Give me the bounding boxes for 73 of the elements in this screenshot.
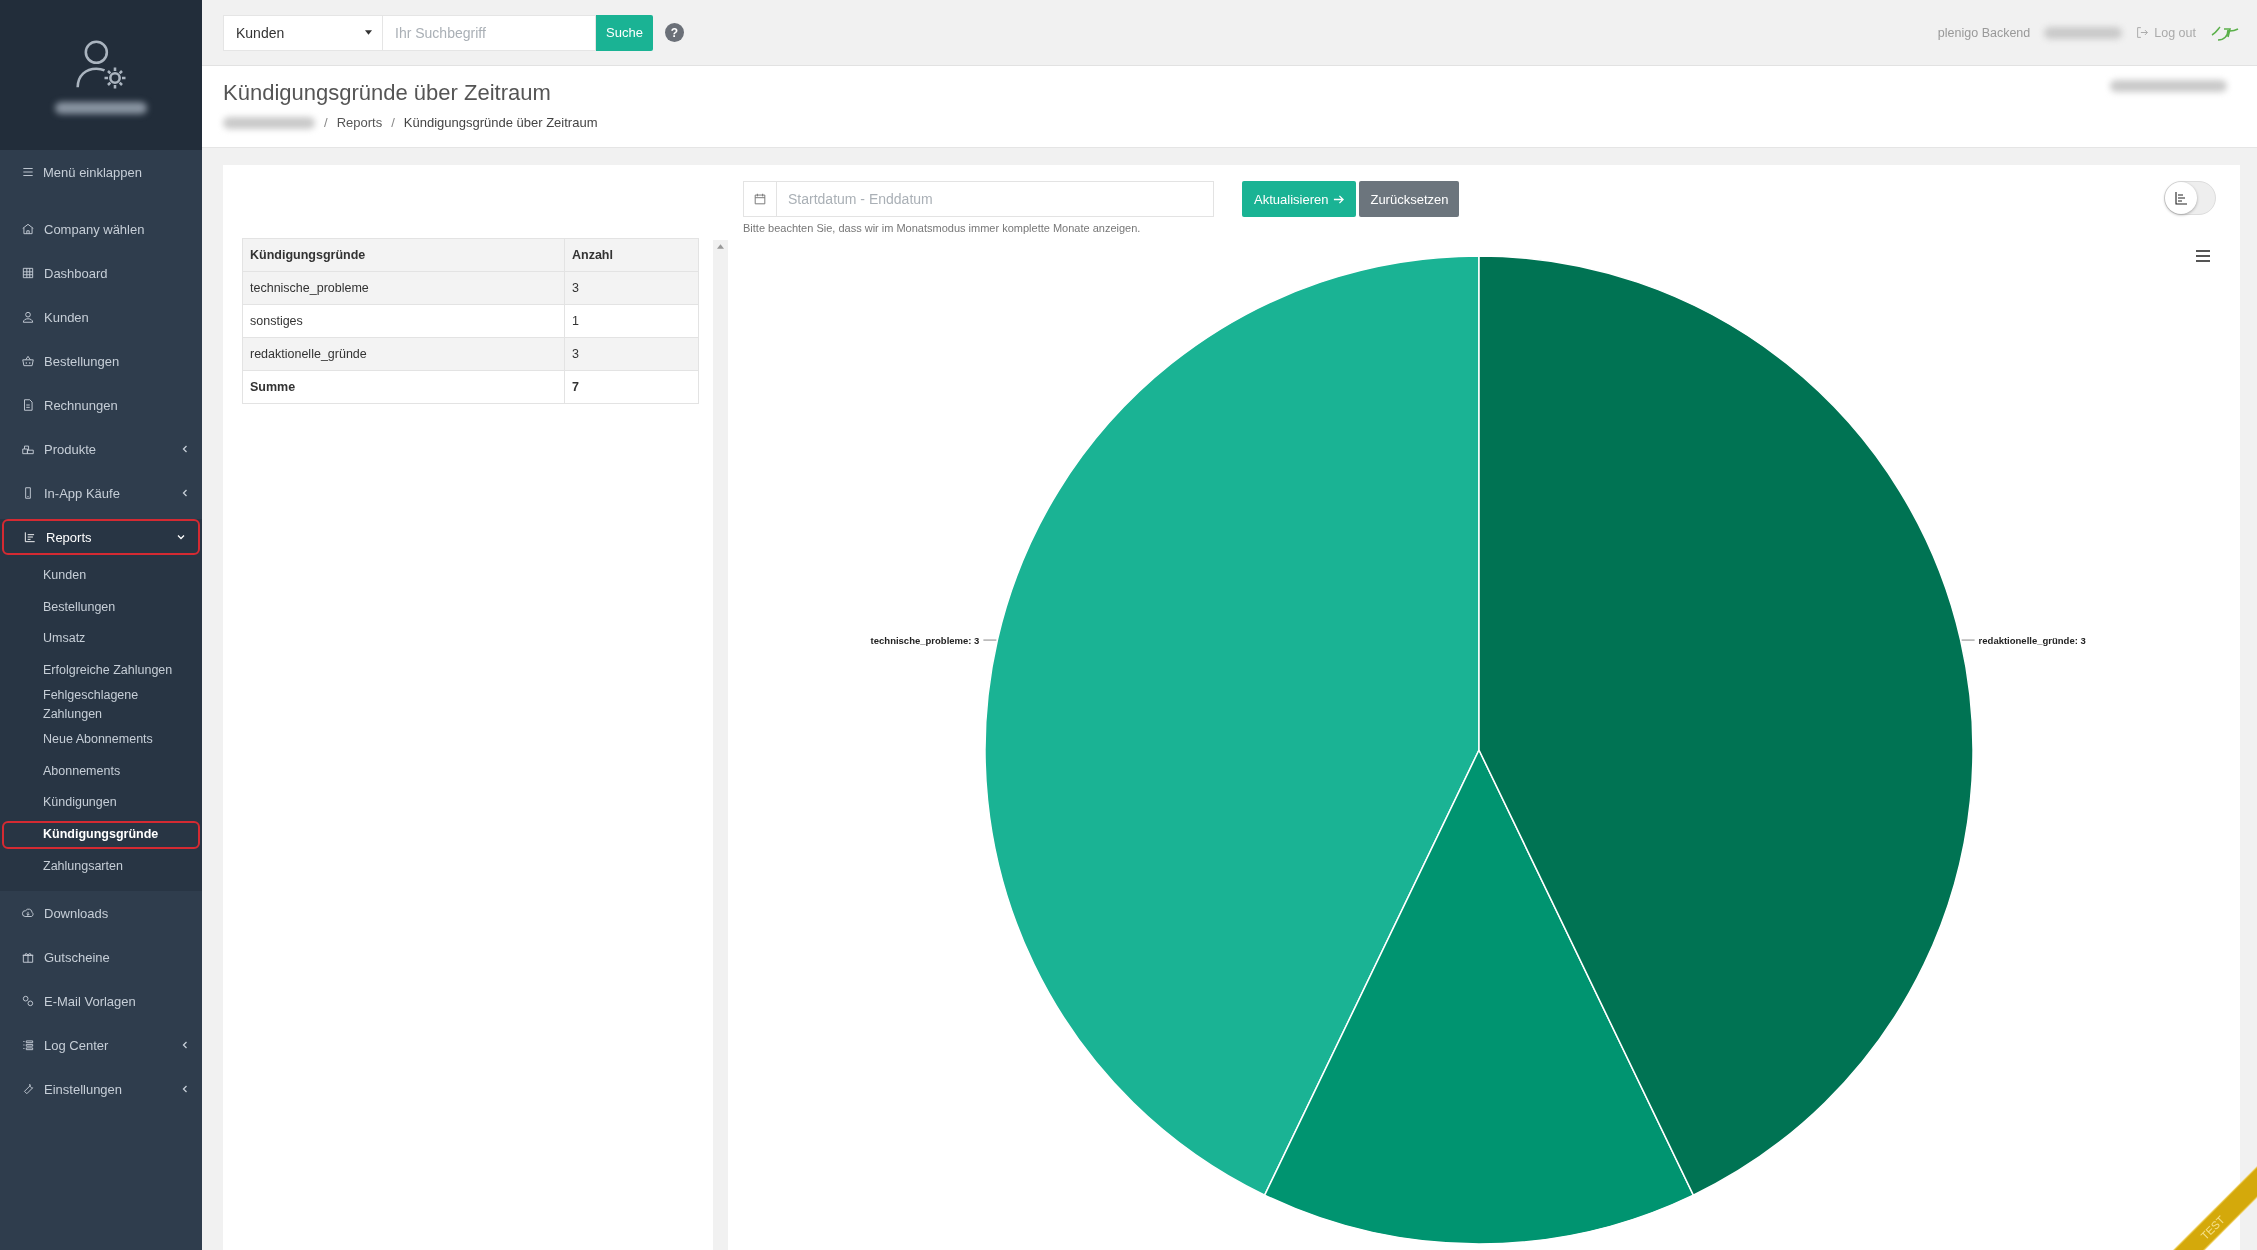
sidebar-item[interactable]: Rechnungen (0, 383, 202, 427)
sidebar-item[interactable]: Reports (2, 519, 200, 555)
submenu-item[interactable]: Neue Abonnements (2, 724, 200, 756)
submenu-item[interactable]: Zahlungsarten (2, 850, 200, 882)
sidebar-item[interactable]: Downloads (0, 891, 202, 935)
gift-icon (21, 950, 35, 964)
wrench-icon (21, 1082, 35, 1096)
leader-line (1961, 639, 1976, 641)
breadcrumb-separator: / (391, 115, 395, 130)
help-button[interactable]: ? (665, 23, 684, 42)
document-icon (21, 398, 35, 412)
table-cell: Summe (242, 370, 565, 404)
table-cell: 7 (564, 370, 699, 404)
scrollbar[interactable] (713, 240, 728, 1250)
basket-icon (21, 354, 35, 368)
table-cell: sonstiges (242, 304, 565, 338)
table-cell: redaktionelle_gründe (242, 337, 565, 371)
sidebar-item[interactable]: Bestellungen (0, 339, 202, 383)
logout-icon (2136, 26, 2150, 39)
table-cell: 1 (564, 304, 699, 338)
table-cell: technische_probleme (242, 271, 565, 305)
sidebar-item[interactable]: Kunden (0, 295, 202, 339)
gears-icon (21, 994, 35, 1008)
chart-menu-icon[interactable] (2196, 250, 2210, 262)
leader-line (982, 639, 997, 641)
sidebar-item[interactable]: E-Mail Vorlagen (0, 979, 202, 1023)
hint-text: Bitte beachten Sie, dass wir im Monatsmodus immer komplette Monate anzeigen. (743, 222, 1142, 234)
sidebar-item[interactable]: In-App Käufe (0, 471, 202, 515)
submenu-item[interactable]: Bestellungen (2, 591, 200, 623)
search-field[interactable]: Ihr Suchbegriff (383, 14, 596, 51)
submenu-item[interactable]: Erfolgreiche Zahlungen (2, 654, 200, 686)
chart-icon (2173, 190, 2189, 206)
column-header: Kündigungsgründe (242, 238, 565, 272)
breadcrumb-current: Kündigungsgründe über Zeitraum (403, 115, 598, 130)
sidebar-item[interactable]: Gutscheine (0, 935, 202, 979)
sidebar-item[interactable]: Company wählen (0, 207, 202, 251)
sidebar-item[interactable]: Produkte (0, 427, 202, 471)
breadcrumb-link[interactable]: Reports (336, 115, 383, 130)
breadcrumb-separator: / (324, 115, 328, 130)
table-cell: 3 (564, 337, 699, 371)
arrow-right-icon (1333, 193, 1345, 205)
column-header: Anzahl (564, 238, 699, 272)
calendar-icon (753, 192, 767, 206)
home-icon (21, 222, 35, 236)
chart-icon (23, 530, 37, 544)
submenu-item[interactable]: Abonnements (2, 755, 200, 787)
data-label: technische_probleme: 3 (870, 634, 980, 646)
app-name: plenigo Backend (1937, 25, 2031, 40)
sidebar-item[interactable]: Log Center (0, 1023, 202, 1067)
submenu-item[interactable]: Kündigungen (2, 787, 200, 819)
user-icon (21, 310, 35, 324)
menu-icon (21, 165, 35, 179)
sidebar-item[interactable]: Dashboard (0, 251, 202, 295)
table-cell: 3 (564, 271, 699, 305)
grid-icon (21, 266, 35, 280)
reset-button[interactable]: Zurücksetzen (1359, 181, 1460, 217)
view-toggle[interactable] (2164, 181, 2216, 215)
collapse-menu-item[interactable]: Menü einklappen (0, 150, 202, 194)
date-range-field[interactable]: Startdatum - Enddatum (777, 181, 1214, 217)
page-title: Kündigungsgründe über Zeitraum (223, 80, 552, 106)
search-scope-dropdown[interactable]: Kunden (223, 14, 383, 51)
submenu-item[interactable]: Kunden (2, 560, 200, 592)
cloud-icon (21, 906, 35, 920)
boxes-icon (21, 442, 35, 456)
list-icon (21, 1038, 35, 1052)
submenu-item[interactable]: Umsatz (2, 623, 200, 655)
caret-icon (365, 30, 372, 35)
submenu-item[interactable]: Fehlgeschlagene Zahlungen (2, 686, 200, 724)
scroll-up-icon[interactable] (717, 244, 724, 249)
submenu-item[interactable]: Kündigungsgründe (2, 820, 200, 849)
data-label: redaktionelle_gründe: 3 (1978, 634, 2086, 646)
calendar-addon[interactable] (743, 181, 777, 217)
sidebar-item[interactable]: Einstellungen (0, 1067, 202, 1111)
